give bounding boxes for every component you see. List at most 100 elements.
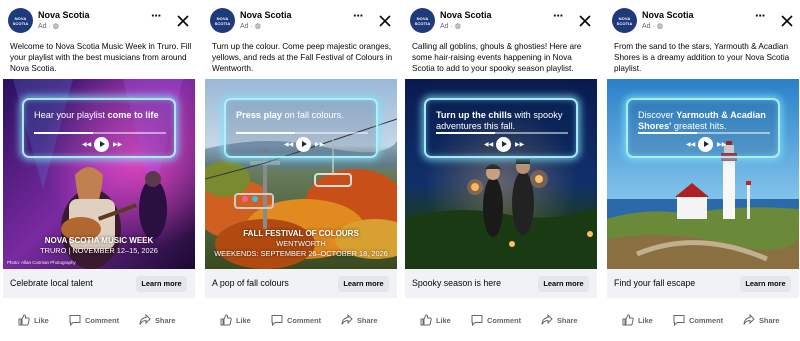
player-controls: ◀◀ ▶▶ <box>24 137 174 153</box>
next-icon: ▶▶ <box>315 142 325 148</box>
post-caption: Calling all goblins, ghouls & ghosties! … <box>412 42 582 74</box>
learn-more-button[interactable]: Learn more <box>538 276 589 292</box>
share-arrow-icon <box>139 314 151 325</box>
thumbs-up-icon <box>220 314 232 326</box>
post-actions: Like Comment Share <box>405 309 597 331</box>
page-name[interactable]: Nova Scotia <box>440 10 492 20</box>
ad-card-yarmouth: NOVA SCOTIA Nova Scotia Ad · ◍ ··· From … <box>607 0 799 341</box>
ad-image[interactable]: Turn up the chills with spooky adventure… <box>405 79 597 269</box>
progress-bar <box>436 132 568 134</box>
globe-icon: ◍ <box>254 23 261 30</box>
next-icon: ▶▶ <box>113 142 123 148</box>
playlist-player-overlay: Press play on fall colours. ◀◀ ▶▶ <box>224 98 378 158</box>
playlist-player-overlay: Hear your playlist come to life ◀◀ ▶▶ <box>22 98 176 158</box>
player-controls: ◀◀ ▶▶ <box>628 137 778 153</box>
share-button[interactable]: Share <box>341 313 378 327</box>
ad-label: Ad · ◍ <box>642 23 663 30</box>
share-button[interactable]: Share <box>743 313 780 327</box>
ad-image[interactable]: Press play on fall colours. ◀◀ ▶▶ FALL F… <box>205 79 397 269</box>
comment-button[interactable]: Comment <box>69 313 119 327</box>
learn-more-button[interactable]: Learn more <box>136 276 187 292</box>
post-caption: From the sand to the stars, Yarmouth & A… <box>614 42 790 74</box>
ad-image[interactable]: Hear your playlist come to life ◀◀ ▶▶ NO… <box>3 79 195 269</box>
close-icon[interactable] <box>177 15 189 27</box>
previous-icon: ◀◀ <box>686 142 696 148</box>
player-controls: ◀◀ ▶▶ <box>426 137 576 153</box>
comment-button[interactable]: Comment <box>471 313 521 327</box>
learn-more-button[interactable]: Learn more <box>740 276 791 292</box>
previous-icon: ◀◀ <box>484 142 494 148</box>
nova-scotia-logo[interactable]: NOVA SCOTIA <box>210 8 235 33</box>
like-button[interactable]: Like <box>18 313 49 327</box>
post-caption: Welcome to Nova Scotia Music Week in Tru… <box>10 42 192 74</box>
progress-bar <box>236 132 368 134</box>
player-headline: Press play on fall colours. <box>236 110 344 120</box>
page-name[interactable]: Nova Scotia <box>240 10 292 20</box>
cta-bar[interactable]: Celebrate local talent Learn more <box>3 269 195 298</box>
progress-bar <box>638 132 770 134</box>
ad-label: Ad · ◍ <box>240 23 261 30</box>
cta-bar[interactable]: Spooky season is here Learn more <box>405 269 597 298</box>
play-icon <box>496 137 511 152</box>
like-button[interactable]: Like <box>622 313 653 327</box>
ad-headline[interactable]: A pop of fall colours <box>212 278 289 288</box>
share-button[interactable]: Share <box>541 313 578 327</box>
comment-button[interactable]: Comment <box>271 313 321 327</box>
share-arrow-icon <box>341 314 353 325</box>
nova-scotia-logo[interactable]: NOVA SCOTIA <box>8 8 33 33</box>
more-dots-icon[interactable]: ··· <box>151 9 162 22</box>
event-details: TRURO | NOVEMBER 12–15, 2026 <box>40 246 158 255</box>
cta-bar[interactable]: A pop of fall colours Learn more <box>205 269 397 298</box>
close-icon[interactable] <box>781 15 793 27</box>
close-icon[interactable] <box>579 15 591 27</box>
player-headline: Turn up the chills with spooky adventure… <box>436 110 563 131</box>
player-headline: Discover Yarmouth & Acadian Shores' grea… <box>638 110 766 131</box>
event-location: WENTWORTH <box>276 239 326 248</box>
post-header: NOVA SCOTIA Nova Scotia Ad · ◍ ··· <box>205 8 397 36</box>
ad-headline[interactable]: Find your fall escape <box>614 278 695 288</box>
nova-scotia-logo[interactable]: NOVA SCOTIA <box>612 8 637 33</box>
page-name[interactable]: Nova Scotia <box>38 10 90 20</box>
ad-label: Ad · ◍ <box>440 23 461 30</box>
ad-card-fall-colours: NOVA SCOTIA Nova Scotia Ad · ◍ ··· Turn … <box>205 0 397 341</box>
thumbs-up-icon <box>622 314 634 326</box>
globe-icon: ◍ <box>656 23 663 30</box>
page-name[interactable]: Nova Scotia <box>642 10 694 20</box>
more-dots-icon[interactable]: ··· <box>553 9 564 22</box>
ad-card-spooky-season: NOVA SCOTIA Nova Scotia Ad · ◍ ··· Calli… <box>405 0 597 341</box>
logo-text: NOVA SCOTIA <box>414 15 431 26</box>
more-dots-icon[interactable]: ··· <box>755 9 766 22</box>
cta-bar[interactable]: Find your fall escape Learn more <box>607 269 799 298</box>
post-actions: Like Comment Share <box>3 309 195 331</box>
play-icon <box>296 137 311 152</box>
thumbs-up-icon <box>420 314 432 326</box>
like-button[interactable]: Like <box>420 313 451 327</box>
post-header: NOVA SCOTIA Nova Scotia Ad · ◍ ··· <box>3 8 195 36</box>
photo-credit: Photo: Allan Cosman Photography <box>7 260 76 265</box>
ad-card-music-week: NOVA SCOTIA Nova Scotia Ad · ◍ ··· Welco… <box>3 0 195 341</box>
comment-icon <box>471 315 483 326</box>
like-button[interactable]: Like <box>220 313 251 327</box>
comment-button[interactable]: Comment <box>673 313 723 327</box>
post-header: NOVA SCOTIA Nova Scotia Ad · ◍ ··· <box>405 8 597 36</box>
share-arrow-icon <box>743 314 755 325</box>
logo-text: NOVA SCOTIA <box>616 15 633 26</box>
thumbs-up-icon <box>18 314 30 326</box>
ad-headline[interactable]: Celebrate local talent <box>10 278 93 288</box>
post-actions: Like Comment Share <box>607 309 799 331</box>
play-icon <box>94 137 109 152</box>
ad-label: Ad · ◍ <box>38 23 59 30</box>
ad-headline[interactable]: Spooky season is here <box>412 278 501 288</box>
comment-icon <box>673 315 685 326</box>
playlist-player-overlay: Turn up the chills with spooky adventure… <box>424 98 578 158</box>
nova-scotia-logo[interactable]: NOVA SCOTIA <box>410 8 435 33</box>
post-caption: Turn up the colour. Come peep majestic o… <box>212 42 393 74</box>
globe-icon: ◍ <box>454 23 461 30</box>
share-button[interactable]: Share <box>139 313 176 327</box>
logo-text: NOVA SCOTIA <box>12 15 29 26</box>
ad-image[interactable]: Discover Yarmouth & Acadian Shores' grea… <box>607 79 799 269</box>
more-dots-icon[interactable]: ··· <box>353 9 364 22</box>
close-icon[interactable] <box>379 15 391 27</box>
learn-more-button[interactable]: Learn more <box>338 276 389 292</box>
logo-text: NOVA SCOTIA <box>214 15 231 26</box>
